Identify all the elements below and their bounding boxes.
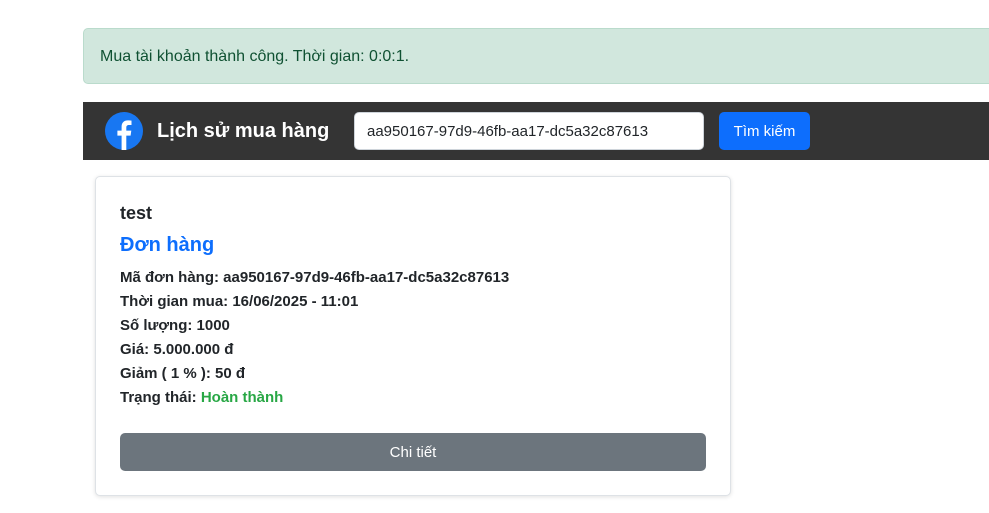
purchase-time-value: 16/06/2025 - 11:01 [232,293,359,310]
brand-title: Lịch sử mua hàng [157,119,330,142]
navbar: Lịch sử mua hàng Tìm kiếm [83,102,989,160]
order-username: test [120,203,153,223]
search-button[interactable]: Tìm kiếm [719,112,810,150]
search-input[interactable] [354,112,704,150]
price-value: 5.000.000 đ [153,341,234,358]
order-card: test Đơn hàng Mã đơn hàng: aa950167-97d9… [95,176,731,496]
status-label: Trạng thái: [120,389,197,406]
facebook-icon [105,112,143,150]
detail-button[interactable]: Chi tiết [120,433,706,471]
success-alert: Mua tài khoản thành công. Thời gian: 0:0… [83,28,989,84]
order-title: Đơn hàng [120,234,215,256]
status-badge: Hoàn thành [200,389,284,406]
price-row: Giá: 5.000.000 đ [120,341,233,358]
discount-row: Giảm ( 1 % ): 50 đ [120,365,245,382]
status-row: Trạng thái: Hoàn thành [120,389,283,406]
discount-value: 50 đ [215,365,246,382]
order-id-row: Mã đơn hàng: aa950167-97d9-46fb-aa17-dc5… [120,269,509,286]
price-label: Giá: [120,341,150,358]
navbar-brand[interactable]: Lịch sử mua hàng [99,112,329,150]
quantity-label: Số lượng: [120,317,193,334]
quantity-value: 1000 [196,317,230,334]
alert-message: Mua tài khoản thành công. Thời gian: 0:0… [100,48,410,65]
order-id-label: Mã đơn hàng: [120,269,219,286]
quantity-row: Số lượng: 1000 [120,317,230,334]
purchase-time-row: Thời gian mua: 16/06/2025 - 11:01 [120,293,358,310]
order-id-value: aa950167-97d9-46fb-aa17-dc5a32c87613 [223,269,510,286]
discount-label: Giảm ( 1 % ): [120,365,211,382]
purchase-time-label: Thời gian mua: [120,293,229,310]
